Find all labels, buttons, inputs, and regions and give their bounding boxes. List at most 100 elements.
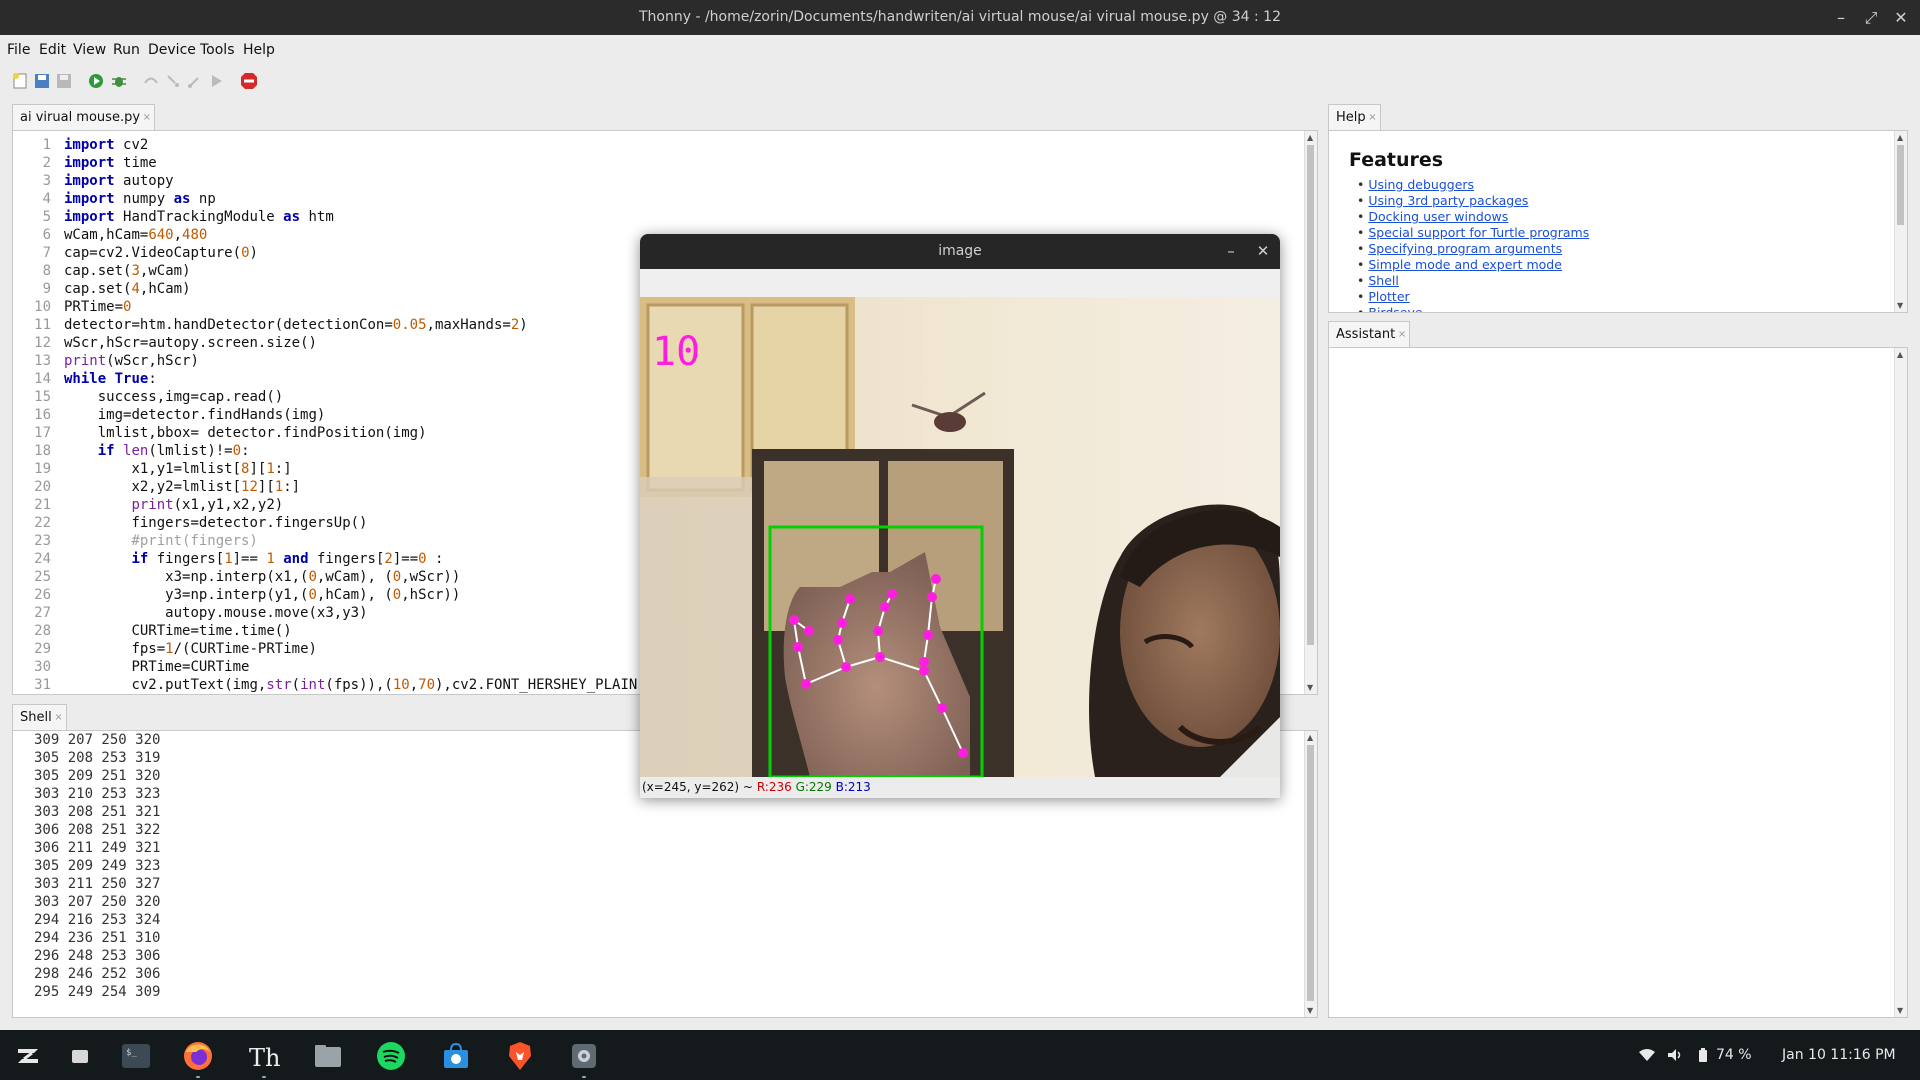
help-link[interactable]: Birdseye	[1368, 305, 1422, 312]
assistant-scrollbar[interactable]: ▲ ▼	[1894, 348, 1907, 1017]
help-link[interactable]: Using 3rd party packages	[1368, 193, 1528, 208]
shell-output-line: 305 209 249 323	[34, 858, 161, 874]
shell-output-line: 309 207 250 320	[34, 732, 161, 748]
scroll-up-icon[interactable]: ▲	[1897, 133, 1903, 142]
shell-scroll-thumb[interactable]	[1307, 745, 1314, 1001]
svg-text:Th: Th	[249, 1044, 280, 1072]
shell-output-line: 303 207 250 320	[34, 894, 161, 910]
brave-icon[interactable]	[504, 1040, 536, 1072]
code-line[interactable]: import autopy	[64, 172, 1303, 190]
line-number: 19	[34, 461, 51, 477]
shell-output-line: 306 208 251 322	[34, 822, 161, 838]
software-store-icon[interactable]	[440, 1040, 472, 1072]
minimize-button[interactable]: –	[1826, 0, 1856, 35]
tab-close-icon[interactable]: ×	[54, 705, 62, 731]
new-file-icon[interactable]	[10, 71, 30, 91]
help-scroll-thumb[interactable]	[1897, 145, 1904, 225]
resume-icon[interactable]	[207, 71, 227, 91]
shell-output-line: 305 209 251 320	[34, 768, 161, 784]
help-scrollbar[interactable]: ▲ ▼	[1894, 131, 1907, 312]
image-window-minimize-button[interactable]: –	[1218, 234, 1244, 269]
step-over-icon[interactable]	[141, 71, 161, 91]
help-link[interactable]: Simple mode and expert mode	[1368, 257, 1562, 272]
scroll-down-icon[interactable]: ▼	[1307, 1006, 1313, 1015]
pixel-g-value: G:229	[795, 780, 832, 794]
help-link[interactable]: Plotter	[1368, 289, 1409, 304]
menu-edit[interactable]: Edit	[39, 35, 66, 65]
help-link[interactable]: Using debuggers	[1368, 177, 1474, 192]
tab-help[interactable]: Help ×	[1328, 104, 1381, 130]
line-number: 15	[34, 389, 51, 405]
line-number: 8	[42, 263, 51, 279]
tab-assistant-label: Assistant	[1336, 327, 1396, 342]
scroll-down-icon[interactable]: ▼	[1897, 1006, 1903, 1015]
settings-icon[interactable]	[568, 1040, 600, 1072]
help-link-item: • Specifying program arguments	[1357, 241, 1589, 257]
bullet-icon: •	[1357, 289, 1365, 304]
maximize-button[interactable]: ⤢	[1856, 0, 1886, 35]
editor-scroll-thumb[interactable]	[1307, 145, 1314, 645]
zorin-menu-icon[interactable]	[12, 1040, 44, 1072]
menu-view[interactable]: View	[73, 35, 106, 65]
firefox-icon[interactable]	[182, 1040, 214, 1072]
editor-scrollbar[interactable]: ▲ ▼	[1304, 131, 1317, 694]
menu-help[interactable]: Help	[243, 35, 275, 65]
thonny-icon[interactable]: Th	[248, 1040, 280, 1072]
scroll-down-icon[interactable]: ▼	[1897, 301, 1903, 310]
wifi-icon[interactable]	[1638, 1047, 1656, 1063]
window-switcher-icon[interactable]	[64, 1040, 96, 1072]
spotify-icon[interactable]	[375, 1040, 407, 1072]
tab-close-icon[interactable]: ×	[1368, 105, 1376, 131]
files-icon[interactable]	[312, 1040, 344, 1072]
debug-icon[interactable]	[109, 71, 129, 91]
scroll-down-icon[interactable]: ▼	[1307, 683, 1313, 692]
save-icon[interactable]	[54, 71, 74, 91]
open-file-icon[interactable]	[32, 71, 52, 91]
help-title: Features	[1349, 149, 1444, 171]
code-line[interactable]: import HandTrackingModule as htm	[64, 208, 1303, 226]
help-link[interactable]: Shell	[1368, 273, 1399, 288]
help-link[interactable]: Specifying program arguments	[1368, 241, 1562, 256]
shell-scrollbar[interactable]: ▲ ▼	[1304, 731, 1317, 1017]
close-button[interactable]: ✕	[1886, 0, 1916, 35]
battery-icon[interactable]	[1697, 1047, 1709, 1063]
step-into-icon[interactable]	[163, 71, 183, 91]
step-out-icon[interactable]	[185, 71, 205, 91]
help-link[interactable]: Docking user windows	[1368, 209, 1508, 224]
camera-frame[interactable]: 10	[640, 297, 1280, 777]
stop-icon[interactable]	[239, 71, 259, 91]
help-link-item: • Using debuggers	[1357, 177, 1589, 193]
menu-run[interactable]: Run	[113, 35, 140, 65]
bullet-icon: •	[1357, 241, 1365, 256]
scroll-up-icon[interactable]: ▲	[1307, 733, 1313, 742]
tab-close-icon[interactable]: ×	[143, 105, 151, 131]
code-line[interactable]: import cv2	[64, 136, 1303, 154]
scroll-up-icon[interactable]: ▲	[1307, 133, 1313, 142]
scroll-up-icon[interactable]: ▲	[1897, 350, 1903, 359]
line-number: 1	[42, 137, 51, 153]
code-line[interactable]: import numpy as np	[64, 190, 1303, 208]
run-icon[interactable]	[86, 71, 106, 91]
clock[interactable]: Jan 10 11:16 PM	[1782, 1030, 1896, 1080]
code-line[interactable]: import time	[64, 154, 1303, 172]
image-window-titlebar[interactable]: image – ✕	[640, 234, 1280, 269]
menu-device[interactable]: Device	[148, 35, 196, 65]
tab-editor-file[interactable]: ai virual mouse.py ×	[12, 104, 156, 131]
line-number: 6	[42, 227, 51, 243]
line-number-gutter: 1 2 3 4 5 6 7 8 9 10 11 12 13 14 15 16 17 18 19 20 21 22 23 24 2…	[13, 136, 51, 694]
running-indicator	[196, 1076, 200, 1078]
help-link[interactable]: Special support for Turtle programs	[1368, 225, 1589, 240]
tab-shell[interactable]: Shell ×	[12, 704, 67, 730]
tab-assistant[interactable]: Assistant ×	[1328, 321, 1411, 348]
menu-tools[interactable]: Tools	[200, 35, 235, 65]
assistant-panel: ▲ ▼	[1328, 347, 1908, 1018]
image-window[interactable]: image – ✕ 10 (x=245, y=262) ~ R:236 G:22…	[640, 234, 1280, 798]
menu-file[interactable]: File	[7, 35, 30, 65]
line-number: 30	[34, 659, 51, 675]
volume-icon[interactable]	[1666, 1047, 1684, 1063]
terminal-icon[interactable]: $_	[120, 1040, 152, 1072]
image-window-close-button[interactable]: ✕	[1250, 234, 1276, 269]
image-window-status: (x=245, y=262) ~ R:236 G:229 B:213	[642, 778, 871, 796]
image-window-title: image	[938, 243, 982, 259]
tab-close-icon[interactable]: ×	[1398, 322, 1406, 348]
